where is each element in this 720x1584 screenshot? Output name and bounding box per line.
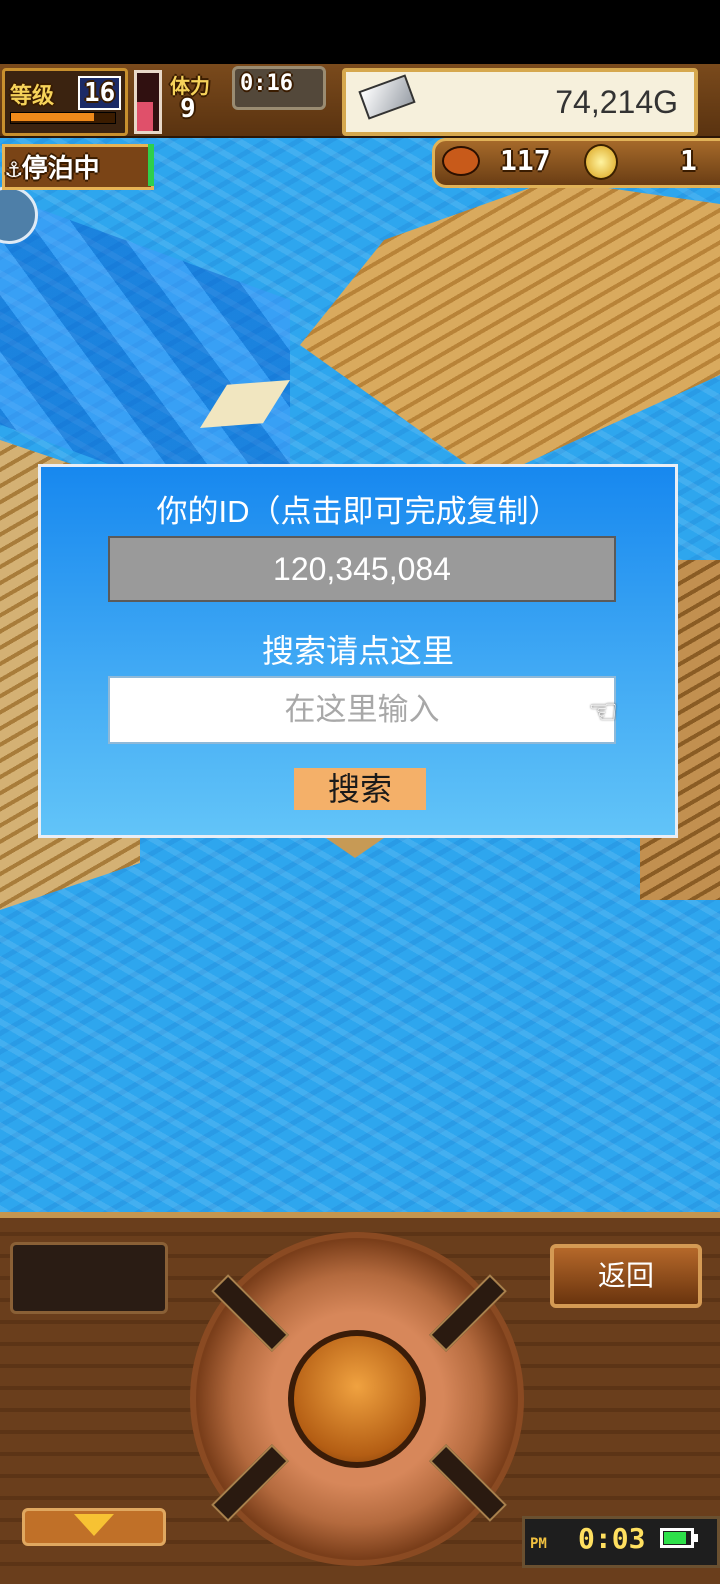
status-accent-bar [148,144,154,186]
level-label: 等级 [10,84,55,109]
food-icon [442,146,480,176]
back-button[interactable]: 返回 [550,1244,702,1308]
level-value: 16 [78,76,122,110]
mooring-status-text: ⚓停泊中 [6,148,100,185]
coin-count: 1 [680,144,697,177]
search-label: 搜索请点这里 [261,633,454,669]
search-button[interactable]: 搜索 [294,768,426,810]
coin-icon [584,144,618,180]
pointing-hand-icon: ☜ [588,692,619,732]
timer-text: 0:16 [240,71,293,96]
anchor-icon: ⚓ [6,154,22,184]
down-arrow-icon [74,1514,114,1536]
search-input[interactable] [108,676,616,744]
your-id-copy-field[interactable]: 120,345,084 [108,536,616,602]
xp-bar-fill [11,113,94,121]
info-screen-slot [10,1242,168,1314]
battery-level-fill [664,1532,686,1544]
mooring-status-label: 停泊中 [21,154,100,184]
system-status-bar [0,0,720,64]
clock-time: 0:03 [578,1522,646,1555]
hp-gauge-fill [137,102,153,131]
dial-center-button[interactable] [288,1330,426,1468]
battery-tip [694,1534,698,1542]
clock-ampm: PM [530,1536,547,1552]
stamina-value: 9 [180,94,196,124]
food-count: 117 [500,144,551,177]
gold-value: 74,214G [555,84,678,120]
hp-gauge [134,70,162,134]
your-id-label: 你的ID（点击即可完成复制） [156,494,560,529]
